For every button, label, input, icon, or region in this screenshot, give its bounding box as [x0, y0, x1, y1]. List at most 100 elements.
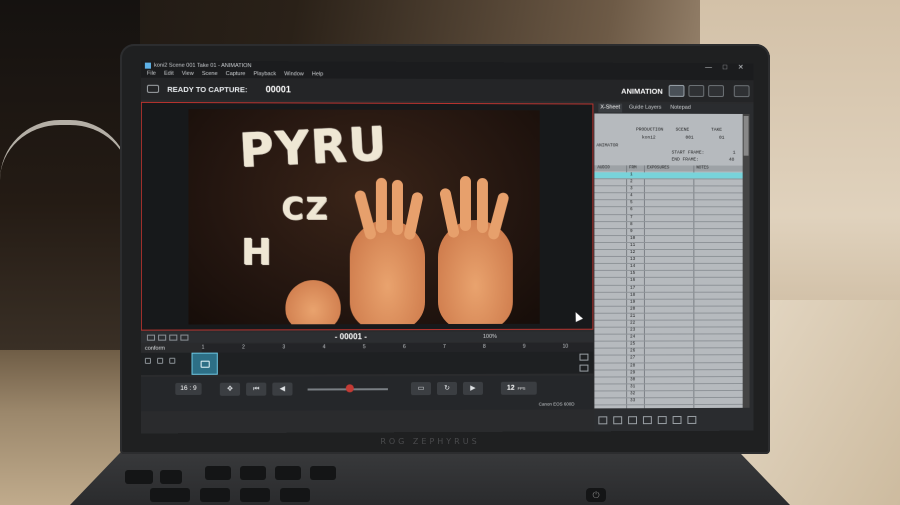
warning-icon[interactable] [146, 334, 156, 341]
playback-slider-knob[interactable] [345, 384, 354, 393]
power-icon[interactable]: ⏻ [586, 488, 606, 502]
menu-help[interactable]: Help [312, 71, 323, 77]
xsheet-frame-number: 8 [630, 221, 633, 227]
fps-selector[interactable]: 12 FPS [500, 381, 537, 395]
menu-file[interactable]: File [147, 71, 156, 77]
xsheet-frame-number: 33 [630, 398, 636, 404]
track-label: conform [144, 345, 166, 352]
tab-xsheet[interactable]: X-Sheet [598, 103, 623, 113]
xsheet-row[interactable]: 33 [594, 397, 743, 406]
xsheet-row[interactable]: 8 [594, 221, 743, 229]
end-frame-value[interactable]: 48 [729, 158, 734, 163]
xsheet-grid[interactable]: PRODUCTION SCENE TAKE koni2 001 01 ANIMA… [594, 113, 743, 409]
trash-icon[interactable] [157, 357, 164, 364]
tab-guide-layers[interactable]: Guide Layers [627, 104, 663, 113]
select-icon[interactable] [598, 416, 608, 425]
xsheet-row[interactable]: 9 [594, 228, 743, 236]
onion-skin-icon[interactable] [158, 334, 167, 341]
ruler-tick: 8 [482, 343, 486, 350]
xsheet-frame-number: 13 [630, 257, 636, 263]
panel-toggle-button[interactable] [733, 85, 750, 98]
frame-icon[interactable] [169, 334, 178, 341]
production-value[interactable]: koni2 [642, 136, 656, 141]
close-button[interactable]: ✕ [738, 63, 744, 72]
finger [353, 189, 378, 241]
menu-playback[interactable]: Playback [254, 71, 277, 77]
layers-icon[interactable] [628, 416, 638, 425]
end-frame-label: END FRAME: [671, 157, 699, 163]
menu-capture[interactable]: Capture [226, 71, 246, 77]
keyboard-key [275, 466, 301, 480]
start-frame-value[interactable]: 1 [733, 151, 736, 156]
monitor-view-button[interactable] [668, 84, 685, 97]
animator-label: ANIMATOR [596, 143, 619, 149]
brush-icon[interactable] [672, 416, 682, 425]
help-icon[interactable] [144, 357, 151, 364]
pointer-icon[interactable] [642, 416, 652, 425]
finger [375, 177, 387, 233]
take-value[interactable]: 01 [719, 136, 724, 141]
eraser-icon[interactable] [687, 415, 697, 424]
xsheet-row[interactable]: 10 [594, 235, 743, 243]
ruler-tick: 6 [402, 344, 406, 351]
menu-scene[interactable]: Scene [202, 71, 218, 77]
xsheet-frame-number: 21 [630, 313, 636, 319]
tab-notepad[interactable]: Notepad [668, 104, 692, 113]
scrollbar-thumb[interactable] [743, 115, 749, 156]
toggle-view-icon[interactable]: ▭ [410, 382, 432, 396]
grid-icon[interactable] [180, 334, 189, 341]
pencil-icon[interactable] [657, 416, 667, 425]
layer-icon[interactable] [579, 353, 589, 361]
xsheet-frame-number: 26 [630, 348, 636, 354]
camera-view-button[interactable] [688, 84, 705, 97]
xsheet-frame-number: 9 [630, 228, 633, 234]
xsheet-frame-number: 15 [630, 271, 636, 277]
xsheet-frame-number: 20 [630, 306, 636, 312]
window-controls: — □ ✕ [705, 63, 744, 72]
xsheet-frame-number: 11 [630, 242, 636, 248]
ruler-tick: 9 [522, 343, 526, 350]
capture-toolbar: READY TO CAPTURE: 00001 ANIMATION [140, 77, 754, 103]
xsheet-row[interactable]: 11 [594, 242, 743, 251]
xsheet-row[interactable]: 13 [594, 257, 743, 265]
transform-icon[interactable] [613, 416, 623, 425]
production-label: PRODUCTION [636, 127, 664, 133]
aspect-ratio-button[interactable]: 16 : 9 [175, 382, 202, 396]
scene-value[interactable]: 001 [685, 136, 693, 141]
loop-icon[interactable]: ↻ [437, 381, 457, 396]
xsheet-frame-number: 18 [630, 292, 636, 298]
ruler-tick: 1 [201, 344, 205, 351]
current-frame: 00001 [265, 84, 291, 95]
capture-viewer[interactable]: PYRU CZ H [140, 101, 594, 331]
playback-controls: 16 : 9 ✥ ⏮ ◀ ▭ ↻ ▶ 12 FPS Canon EOS 600D [140, 375, 594, 412]
go-to-start-icon[interactable]: ⏮ [246, 382, 267, 396]
live-view-image: PYRU CZ H [188, 109, 540, 325]
menu-window[interactable]: Window [284, 71, 304, 77]
xsheet-row[interactable]: 14 [594, 264, 743, 272]
xsheet-frame-number: 22 [630, 320, 636, 326]
rice-letters-middle: CZ [281, 191, 330, 227]
minimize-button[interactable]: — [705, 63, 712, 72]
xsheet-tabs: X-Sheet Guide Layers Notepad [594, 103, 692, 113]
xsheet-scrollbar[interactable] [742, 113, 750, 408]
menu-view[interactable]: View [182, 71, 194, 77]
mouse-pointer-icon [572, 310, 583, 323]
xsheet-frame-number: 29 [630, 370, 636, 376]
frame-counter[interactable]: - 00001 - [335, 332, 367, 342]
ruler-tick: 4 [322, 344, 326, 351]
play-icon[interactable]: ▶ [462, 381, 483, 395]
capture-icon[interactable] [169, 357, 176, 364]
xsheet-frame-number: 14 [630, 264, 636, 270]
maximize-button[interactable]: □ [723, 63, 727, 72]
frame-thumbnail[interactable] [191, 352, 218, 375]
crop-icon[interactable] [579, 364, 589, 372]
menu-edit[interactable]: Edit [164, 71, 174, 77]
playback-view-button[interactable] [708, 85, 724, 98]
zoom-level[interactable]: 100% [483, 332, 497, 342]
camera-icon[interactable] [146, 84, 160, 93]
track-side-tools [579, 353, 589, 372]
move-icon[interactable]: ✥ [219, 382, 241, 396]
xsheet-row[interactable]: 12 [594, 250, 743, 258]
step-back-icon[interactable]: ◀ [272, 382, 293, 396]
capture-status: READY TO CAPTURE: [167, 84, 248, 94]
